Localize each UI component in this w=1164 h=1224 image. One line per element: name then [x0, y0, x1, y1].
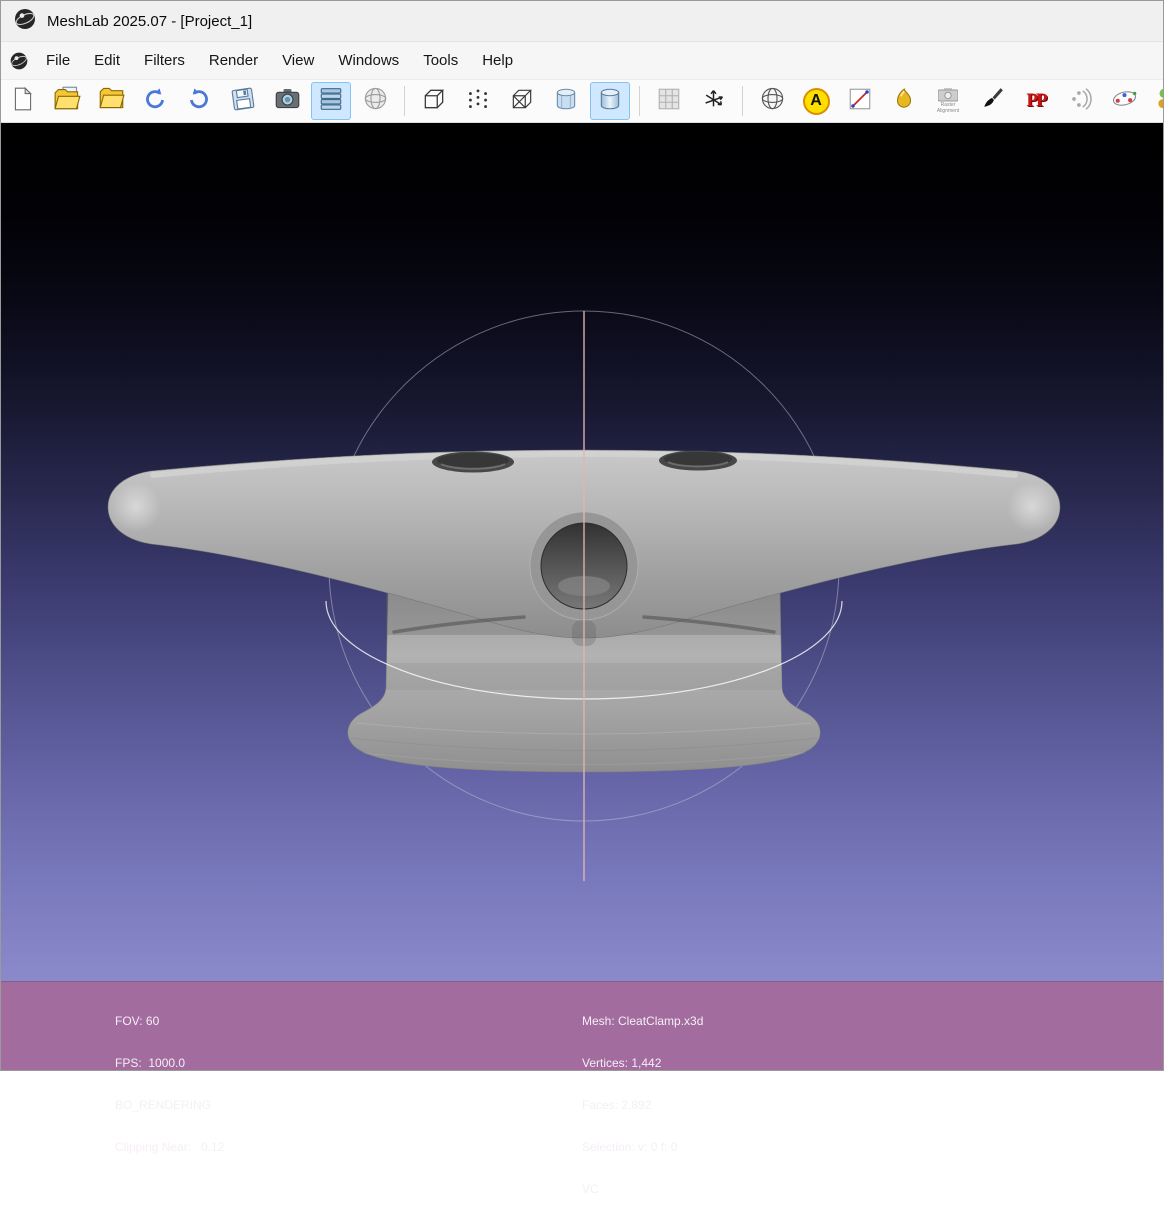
annotation-button[interactable]: A	[796, 82, 836, 120]
texture-toggle-button[interactable]	[649, 82, 689, 120]
vc-readout: VC	[582, 1182, 703, 1196]
import-mesh-button[interactable]	[91, 82, 131, 120]
flat-cylinder-icon	[553, 86, 579, 117]
layers-icon	[318, 86, 344, 117]
meshlab-logo-small-icon	[9, 51, 29, 71]
mesh-info-block: Mesh: CleatClamp.x3d Vertices: 1,442 Fac…	[582, 986, 703, 1224]
status-hud: FOV: 60 FPS: 1000.0 BO_RENDERING Clippin…	[1, 981, 1163, 1070]
annotation-a-icon: A	[803, 88, 830, 115]
vertices-readout: Vertices: 1,442	[582, 1056, 703, 1070]
menu-filters[interactable]: Filters	[133, 45, 196, 76]
paint-brush-icon	[979, 86, 1005, 117]
point-picking-icon	[1067, 86, 1093, 117]
color-cluster-button[interactable]	[1148, 82, 1163, 120]
color-cluster-icon	[1155, 85, 1164, 117]
fov-readout: FOV: 60	[115, 1014, 224, 1028]
trackball-globe-icon	[362, 85, 389, 117]
selection-readout: Selection: v: 0 f: 0	[582, 1140, 703, 1154]
z-painting-icon	[891, 86, 917, 117]
bbox-cube-icon	[421, 86, 447, 117]
reload-all-icon	[186, 86, 212, 117]
render-points-button[interactable]	[458, 82, 498, 120]
main-toolbar: A Raster Alignment	[1, 79, 1163, 123]
menu-render[interactable]: Render	[198, 45, 269, 76]
faces-readout: Faces: 2,892	[582, 1098, 703, 1112]
menu-view[interactable]: View	[271, 45, 325, 76]
toolbar-separator	[404, 86, 405, 116]
menu-help[interactable]: Help	[471, 45, 524, 76]
raster-alignment-button[interactable]: Raster Alignment	[928, 82, 968, 120]
save-diskette-icon	[230, 86, 256, 117]
render-mode-readout: BO_RENDERING	[115, 1098, 224, 1112]
save-mesh-button[interactable]	[223, 82, 263, 120]
wire-sphere-icon	[759, 85, 786, 117]
render-smooth-button[interactable]	[590, 82, 630, 120]
open-project-button[interactable]	[47, 82, 87, 120]
pp-icon: PP	[1026, 90, 1045, 112]
clipping-near-readout: Clipping Near: 0.12	[115, 1140, 224, 1154]
import-mesh-icon	[98, 85, 125, 117]
render-flat-button[interactable]	[546, 82, 586, 120]
menu-bar: File Edit Filters Render View Windows To…	[1, 41, 1163, 79]
point-picking-button[interactable]	[1060, 82, 1100, 120]
show-trackball-button[interactable]	[355, 82, 395, 120]
mesh-name-readout: Mesh: CleatClamp.x3d	[582, 1014, 703, 1028]
axes-icon	[700, 85, 727, 117]
render-bbox-button[interactable]	[414, 82, 454, 120]
pp-tool-button[interactable]: PP	[1016, 82, 1056, 120]
raster-alignment-icon: Raster Alignment	[937, 88, 959, 114]
point-set-icon	[1111, 85, 1138, 117]
fps-readout: FPS: 1000.0	[115, 1056, 224, 1070]
show-layer-dialog-button[interactable]	[311, 82, 351, 120]
camera-icon	[274, 85, 301, 117]
scene-svg	[1, 123, 1163, 981]
toolbar-separator	[742, 86, 743, 116]
show-axis-button[interactable]	[693, 82, 733, 120]
open-project-icon	[54, 85, 81, 117]
new-document-button[interactable]	[3, 82, 43, 120]
title-bar[interactable]: MeshLab 2025.07 - [Project_1]	[1, 1, 1163, 41]
paint-brush-button[interactable]	[972, 82, 1012, 120]
reload-mesh-button[interactable]	[135, 82, 175, 120]
render-info-block: FOV: 60 FPS: 1000.0 BO_RENDERING Clippin…	[115, 986, 224, 1182]
wire-sphere-button[interactable]	[752, 82, 792, 120]
snapshot-button[interactable]	[267, 82, 307, 120]
points-icon	[465, 86, 491, 117]
z-painting-button[interactable]	[884, 82, 924, 120]
texture-grid-icon	[656, 86, 682, 117]
menu-file[interactable]: File	[35, 45, 81, 76]
3d-viewport[interactable]	[1, 123, 1163, 981]
reload-all-button[interactable]	[179, 82, 219, 120]
window-title: MeshLab 2025.07 - [Project_1]	[47, 13, 252, 30]
meshlab-logo-icon	[13, 7, 37, 36]
new-document-icon	[10, 86, 36, 117]
render-wireframe-button[interactable]	[502, 82, 542, 120]
measuring-tool-button[interactable]	[840, 82, 880, 120]
menu-tools[interactable]: Tools	[412, 45, 469, 76]
measuring-tool-icon	[847, 86, 873, 117]
toolbar-separator	[639, 86, 640, 116]
smooth-cylinder-icon	[597, 86, 623, 117]
meshlab-window: MeshLab 2025.07 - [Project_1] File Edit …	[0, 0, 1164, 1071]
wireframe-icon	[509, 86, 535, 117]
reload-mesh-icon	[142, 86, 168, 117]
point-set-alignment-button[interactable]	[1104, 82, 1144, 120]
menu-windows[interactable]: Windows	[327, 45, 410, 76]
menu-edit[interactable]: Edit	[83, 45, 131, 76]
